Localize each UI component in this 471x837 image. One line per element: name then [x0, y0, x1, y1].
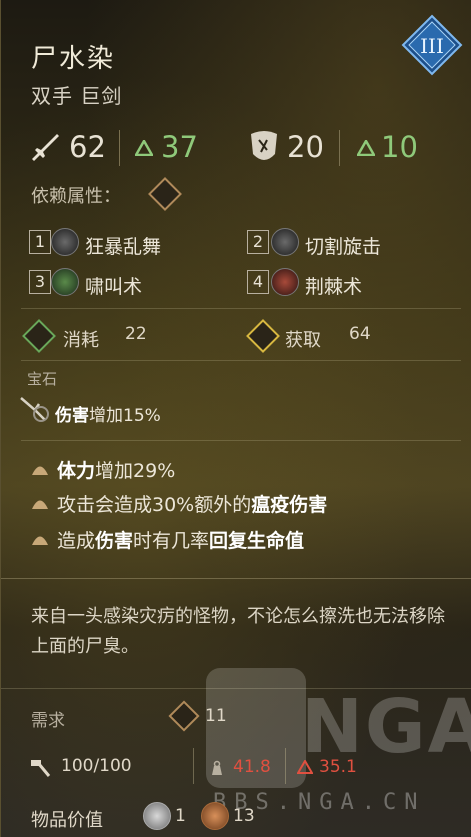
affix-bullet-icon: [32, 500, 48, 509]
item-description: 来自一头感染灾疠的怪物，不论怎么擦洗也无法移除上面的尸臭。: [31, 606, 445, 657]
section-divider: [21, 440, 461, 441]
affix-text: 增加29%: [95, 460, 176, 482]
weight-compare-value: 35.1: [319, 757, 357, 777]
item-value-label: 物品价值: [31, 810, 103, 831]
focus-gain-icon: [246, 319, 280, 353]
weight-value: 41.8: [233, 757, 271, 777]
skill-slot-number: 3: [29, 270, 51, 294]
copper-value: 13: [233, 806, 255, 826]
silver-value: 1: [175, 806, 186, 826]
upgrade-triangle-icon: [357, 140, 375, 156]
skill-icon-howl[interactable]: [51, 268, 79, 296]
silver-coin-icon: [143, 802, 171, 830]
consume-label: 消耗: [63, 330, 99, 351]
affix-bullet-icon: [32, 536, 48, 545]
affix-bold: 回复生命值: [209, 530, 305, 552]
skill-slot-number: 2: [247, 230, 269, 254]
upgrade-triangle-icon: [135, 140, 153, 156]
requirements-label: 需求: [31, 711, 65, 731]
skill-icon-thorns[interactable]: [271, 268, 299, 296]
requirement-value: 11: [205, 706, 227, 726]
dependency-label: 依赖属性：: [31, 186, 121, 207]
stamina-cost-icon: [22, 319, 56, 353]
gem-label: 宝石: [27, 370, 58, 388]
affix-text: 攻击会造成30%额外的: [57, 494, 252, 516]
sword-icon: [32, 134, 59, 161]
gain-label: 获取: [285, 330, 321, 351]
skill-name: 荆棘术: [305, 276, 363, 298]
damage-bonus: 37: [161, 130, 198, 164]
affix-bold: 伤害: [95, 530, 134, 552]
shield-icon: [251, 131, 277, 160]
defense-value: 20: [287, 130, 324, 164]
divider: [119, 130, 120, 166]
consume-value: 22: [125, 324, 147, 344]
affix-line: 攻击会造成30%额外的瘟疫伤害: [57, 490, 327, 517]
gain-value: 64: [349, 324, 371, 344]
defense-bonus: 10: [381, 130, 418, 164]
skill-name: 切割旋击: [305, 236, 382, 258]
divider: [285, 748, 286, 784]
affix-text: 造成: [57, 530, 96, 552]
affix-line: 造成伤害时有几率回复生命值: [57, 526, 304, 553]
durability-value: 100/100: [61, 756, 132, 776]
item-tooltip-card: 尸水染 双手 巨剑 III 62 37 20 10 依赖属性： 1 狂暴乱舞 2…: [0, 0, 471, 837]
affix-line: 体力增加29%: [57, 456, 175, 483]
affix-text: 时有几率: [133, 530, 210, 552]
copper-coin-icon: [201, 802, 229, 830]
item-type: 双手 巨剑: [31, 84, 123, 108]
skill-icon-spin-slash[interactable]: [271, 228, 299, 256]
skill-icon-frenzy[interactable]: [51, 228, 79, 256]
gem-effect-text: 增加15%: [89, 406, 161, 426]
gem-socket-icon: [20, 397, 49, 422]
skill-name: 啸叫术: [85, 276, 143, 298]
skill-slot-number: 4: [247, 270, 269, 294]
hammer-durability-icon: [31, 760, 51, 777]
tier-badge-icon: III: [401, 14, 463, 76]
weight-icon: [212, 760, 222, 775]
section-divider: [21, 360, 461, 361]
item-name: 尸水染: [31, 44, 116, 74]
skill-slot-number: 1: [29, 230, 51, 254]
divider: [193, 748, 194, 784]
divider: [339, 130, 340, 166]
affix-bold: 瘟疫伤害: [251, 494, 328, 516]
section-divider: [1, 578, 471, 579]
downgrade-triangle-icon: [297, 760, 313, 774]
damage-value: 62: [69, 130, 106, 164]
affix-bold: 体力: [57, 460, 96, 482]
tier-label: III: [420, 34, 444, 58]
skill-name: 狂暴乱舞: [85, 236, 162, 258]
gem-effect-bold: 伤害: [55, 406, 89, 426]
affix-bullet-icon: [32, 466, 48, 475]
strength-requirement-icon: [168, 700, 200, 732]
strength-attribute-icon: [148, 177, 182, 211]
section-divider: [21, 308, 461, 309]
